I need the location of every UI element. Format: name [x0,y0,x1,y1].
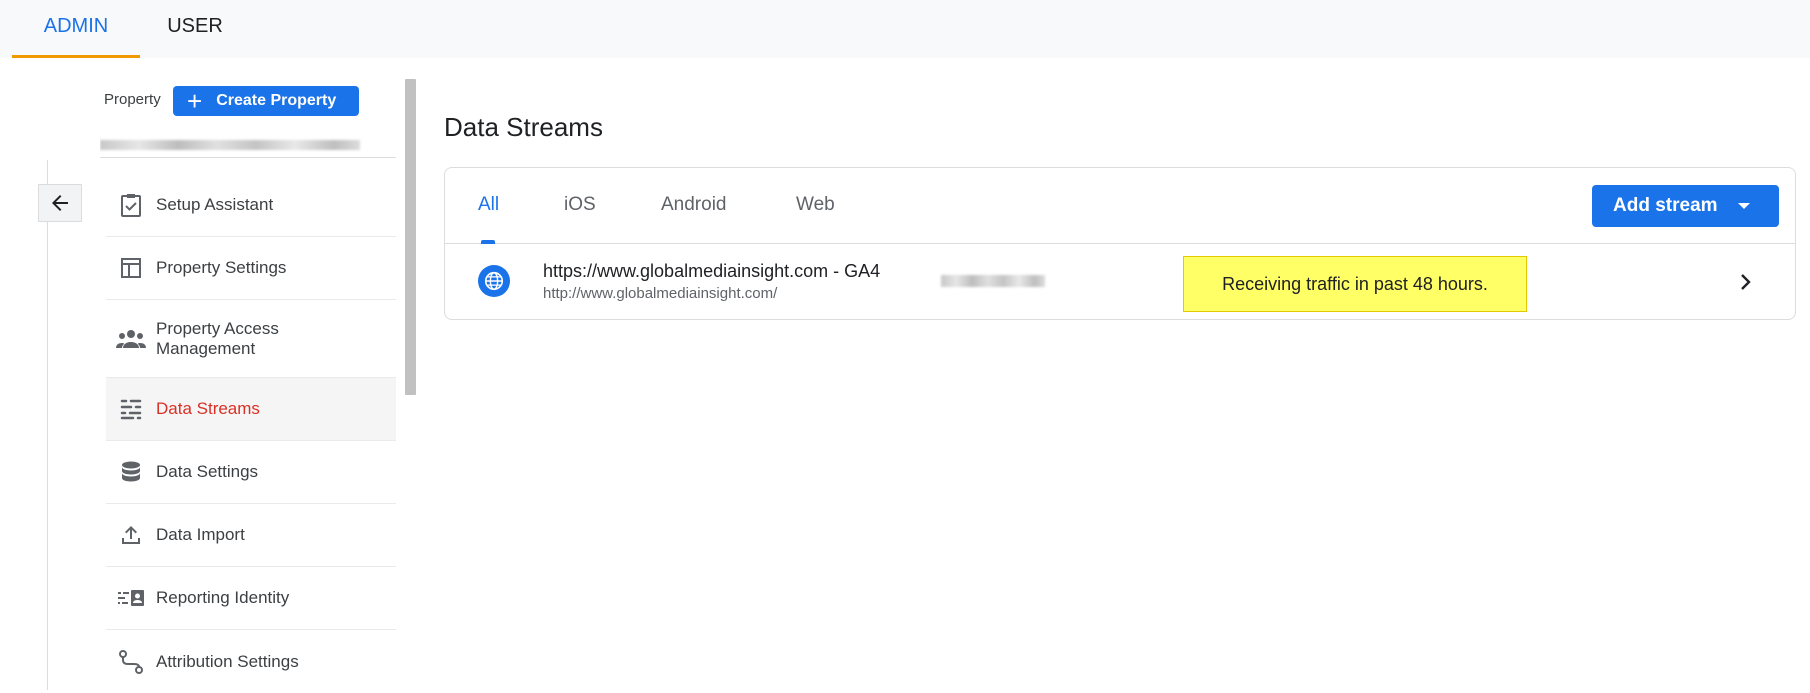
tab-all[interactable]: All [478,194,499,216]
plus-icon: + [187,86,203,116]
property-label: Property [104,91,161,108]
sidebar-item-property-access-management[interactable]: Property Access Management [106,300,396,378]
sidebar-item-reporting-identity[interactable]: Reporting Identity [106,567,396,630]
sidebar-item-label: Property Access Management [156,318,279,358]
sidebar-item-label: Data Import [156,525,245,544]
create-property-button[interactable]: + Create Property [173,86,359,116]
stream-row[interactable]: https://www.globalmediainsight.com - GA4… [445,245,1795,319]
tab-ios[interactable]: iOS [564,194,596,216]
upload-icon [106,523,156,547]
stream-name: https://www.globalmediainsight.com - GA4 [543,261,881,281]
property-selector[interactable] [100,132,396,158]
data-streams-card: All iOS Android Web Add stream https://w… [444,167,1796,320]
tab-web[interactable]: Web [796,194,835,216]
tab-android[interactable]: Android [661,194,727,216]
streams-icon [106,397,156,421]
database-icon [106,460,156,484]
tab-user[interactable]: USER [140,0,250,58]
sidebar-item-label: Setup Assistant [156,195,274,214]
attribution-icon [106,649,156,675]
top-tab-bar: ADMIN USER [0,0,1810,58]
page-title: Data Streams [444,112,603,142]
sidebar-item-label: Data Streams [156,399,260,418]
property-nav-list: Setup Assistant Property Settings Proper… [106,174,396,693]
redacted-property-name [100,139,360,150]
layout-icon [106,256,156,280]
nav-divider-line [47,160,48,690]
arrow-left-icon [52,195,68,211]
stream-url: http://www.globalmediainsight.com/ [543,285,778,302]
sidebar-item-label: Attribution Settings [156,651,299,671]
clipboard-check-icon [106,192,156,218]
sidebar-item-label: Data Settings [156,462,259,481]
add-stream-label: Add stream [1613,195,1718,216]
reporting-identity-icon [106,588,156,608]
sidebar-item-setup-assistant[interactable]: Setup Assistant [106,174,396,237]
sidebar-item-data-settings[interactable]: Data Settings [106,441,396,504]
sidebar-item-data-streams[interactable]: Data Streams [106,378,396,441]
create-property-label: Create Property [216,92,337,109]
stream-filter-tabs: All iOS Android Web Add stream [445,168,1795,244]
active-tab-indicator [481,240,495,244]
sidebar-item-property-settings[interactable]: Property Settings [106,237,396,300]
sidebar-item-attribution-settings[interactable]: Attribution Settings [106,630,396,693]
redacted-stream-id [941,274,1045,292]
globe-icon [478,265,510,297]
back-button[interactable] [38,184,82,222]
caret-down-icon [1737,203,1750,209]
sidebar-item-data-import[interactable]: Data Import [106,504,396,567]
chevron-right-icon[interactable] [1737,270,1757,299]
people-icon [106,328,156,350]
tab-admin[interactable]: ADMIN [12,0,140,58]
add-stream-button[interactable]: Add stream [1592,185,1779,227]
sidebar-item-label: Property Settings [156,258,287,277]
sidebar-scrollbar[interactable] [405,79,416,395]
status-badge: Receiving traffic in past 48 hours. [1183,256,1527,312]
sidebar-item-label: Reporting Identity [156,588,290,607]
